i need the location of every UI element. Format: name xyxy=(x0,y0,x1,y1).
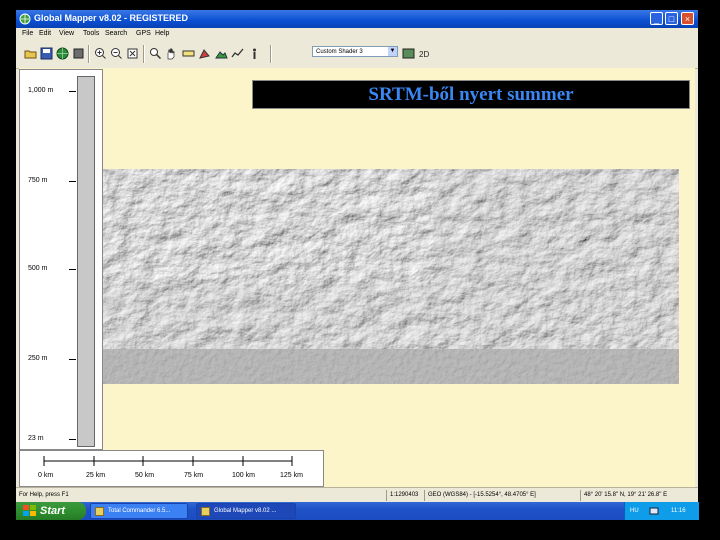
globe-icon[interactable] xyxy=(56,47,69,60)
zoom-in-icon[interactable] xyxy=(94,47,107,60)
open-icon[interactable] xyxy=(24,47,37,60)
shader-select-value: Custom Shader 3 xyxy=(316,49,363,55)
elevation-label: 500 m xyxy=(28,265,48,272)
total-commander-icon xyxy=(95,507,104,516)
status-divider xyxy=(580,490,581,501)
status-projection: GEO (WGS84) - [-15.5254°, 48.4705° E] xyxy=(428,492,536,498)
hillshade-terrain-image[interactable] xyxy=(103,169,679,384)
elevation-tick xyxy=(69,359,76,360)
minimize-button[interactable]: _ xyxy=(650,12,663,25)
3d-view-icon[interactable] xyxy=(215,47,228,60)
menu-view[interactable]: View xyxy=(59,30,74,37)
scale-label: 0 km xyxy=(38,472,54,479)
scale-label: 50 km xyxy=(135,472,155,479)
scale-label: 25 km xyxy=(86,472,106,479)
layers-icon[interactable] xyxy=(72,47,85,60)
menu-help[interactable]: Help xyxy=(155,30,169,37)
elevation-tick xyxy=(69,91,76,92)
scale-label: 100 km xyxy=(232,472,255,479)
elevation-legend: 1,000 m 750 m 500 m 250 m 23 m xyxy=(19,69,103,450)
scale-bar: 0 km 25 km 50 km 75 km 100 km 125 km xyxy=(19,450,324,487)
toolbar-separator xyxy=(270,45,272,63)
elevation-tick xyxy=(69,439,76,440)
global-mapper-icon xyxy=(19,13,31,25)
elevation-label: 250 m xyxy=(28,355,48,362)
menu-gps[interactable]: GPS xyxy=(136,30,151,37)
title-bar[interactable]: Global Mapper v8.02 - REGISTERED _ □ × xyxy=(16,10,698,28)
menu-bar: File Edit View Tools Search GPS Help xyxy=(16,28,698,40)
clock: 11:16 xyxy=(671,508,686,514)
language-indicator[interactable]: HU xyxy=(630,502,639,520)
toolbar-separator xyxy=(143,45,145,63)
scale-label: 125 km xyxy=(280,472,303,479)
elevation-label: 1,000 m xyxy=(28,87,54,94)
system-tray: HU 11:16 xyxy=(624,502,699,520)
scale-label: 75 km xyxy=(184,472,204,479)
toolbar-separator xyxy=(88,45,90,63)
close-button[interactable]: × xyxy=(681,12,694,25)
windows-logo-icon xyxy=(23,505,36,516)
start-button[interactable]: Start xyxy=(16,502,86,520)
status-divider xyxy=(386,490,387,501)
shader-options-icon[interactable] xyxy=(402,47,415,60)
save-icon[interactable] xyxy=(40,47,53,60)
elevation-label: 23 m xyxy=(28,435,44,442)
shader-2d-icon[interactable]: 2D xyxy=(418,47,431,60)
taskbar-item-label: Total Commander 6.5... xyxy=(108,508,171,514)
taskbar: Start Total Commander 6.5... Global Mapp… xyxy=(16,502,699,520)
full-view-icon[interactable] xyxy=(126,47,139,60)
start-label: Start xyxy=(40,505,66,517)
network-icon[interactable] xyxy=(649,506,659,516)
menu-file[interactable]: File xyxy=(22,30,33,37)
status-coords: 48° 20' 15.8" N, 19° 21' 26.8" E xyxy=(584,492,668,498)
taskbar-item-total-commander[interactable]: Total Commander 6.5... xyxy=(90,503,188,519)
zoom-out-icon[interactable] xyxy=(110,47,123,60)
global-mapper-icon xyxy=(201,507,210,516)
elevation-tick xyxy=(69,269,76,270)
shader-select[interactable]: Custom Shader 3 ▼ xyxy=(312,46,398,57)
chevron-down-icon[interactable]: ▼ xyxy=(388,47,397,56)
info-tool-icon[interactable] xyxy=(248,47,261,60)
scale-bar-graphic xyxy=(43,456,293,466)
elevation-gradient-bar xyxy=(77,76,95,447)
menu-search[interactable]: Search xyxy=(105,30,127,37)
status-scale: 1:1290403 xyxy=(390,492,419,498)
menu-edit[interactable]: Edit xyxy=(39,30,51,37)
pan-tool-icon[interactable] xyxy=(165,47,178,60)
zoom-tool-icon[interactable] xyxy=(149,47,162,60)
svg-text:2D: 2D xyxy=(419,50,429,59)
taskbar-item-global-mapper[interactable]: Global Mapper v8.02 ... xyxy=(196,503,296,519)
elevation-tick xyxy=(69,181,76,182)
taskbar-item-label: Global Mapper v8.02 ... xyxy=(214,508,277,514)
status-divider xyxy=(424,490,425,501)
maximize-button[interactable]: □ xyxy=(665,12,678,25)
path-profile-icon[interactable] xyxy=(231,47,244,60)
measure-icon[interactable] xyxy=(182,47,195,60)
status-bar: For Help, press F1 1:1290403 GEO (WGS84)… xyxy=(16,487,698,503)
window-title: Global Mapper v8.02 - REGISTERED xyxy=(34,13,189,23)
title-banner: SRTM-ből nyert summer xyxy=(252,80,690,109)
digitizer-icon[interactable] xyxy=(198,47,211,60)
status-help: For Help, press F1 xyxy=(19,492,69,498)
elevation-label: 750 m xyxy=(28,177,48,184)
menu-tools[interactable]: Tools xyxy=(83,30,99,37)
